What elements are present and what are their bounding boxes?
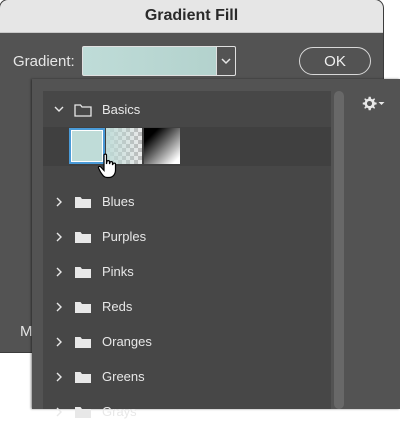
group-row-reds[interactable]: Reds [43,289,331,324]
obscured-option-label: M [20,323,33,340]
gradient-label: Gradient: [13,53,75,70]
chevron-right-icon[interactable] [51,264,67,280]
chevron-right-icon[interactable] [51,334,67,350]
chevron-right-icon[interactable] [51,299,67,315]
folder-icon [75,231,91,243]
hand-pointer-icon [97,153,117,179]
gradient-swatch-black-white[interactable] [144,128,180,164]
folder-icon [75,406,91,418]
dialog-title: Gradient Fill [144,7,239,24]
scrollbar-thumb[interactable] [334,91,344,409]
gradient-picker-panel: Basics Blues Purples Pinks Reds Oranges … [32,79,400,419]
gradient-preview-swatch[interactable] [82,46,217,76]
scrollbar[interactable] [332,91,346,409]
group-row-greens[interactable]: Greens [43,359,331,394]
chevron-right-icon[interactable] [51,229,67,245]
gradient-preset-list: Basics Blues Purples Pinks Reds Oranges … [43,91,331,419]
folder-icon [75,371,91,383]
group-label: Greens [102,369,145,384]
group-label: Oranges [102,334,152,349]
group-label: Blues [102,194,135,209]
chevron-down-icon [221,57,231,64]
folder-outline-icon [74,103,92,117]
group-row-purples[interactable]: Purples [43,219,331,254]
group-row-grays[interactable]: Grays [43,394,331,429]
gear-icon [362,96,377,110]
small-chevron-down-icon [378,101,385,105]
group-row-oranges[interactable]: Oranges [43,324,331,359]
group-row-blues[interactable]: Blues [43,184,331,219]
chevron-right-icon[interactable] [51,194,67,210]
gradient-dropdown-button[interactable] [217,46,236,76]
picker-settings-menu-button[interactable] [362,93,386,113]
basics-swatch-row [43,127,331,166]
chevron-right-icon[interactable] [51,369,67,385]
chevron-right-icon[interactable] [51,404,67,420]
group-label: Pinks [102,264,134,279]
group-label: Grays [102,404,137,419]
group-label-basics: Basics [102,102,141,117]
group-label: Purples [102,229,147,244]
dialog-titlebar: Gradient Fill [0,0,383,33]
folder-icon [75,196,91,208]
folder-icon [75,266,91,278]
group-label: Reds [102,299,133,314]
group-row-basics[interactable]: Basics [43,92,331,127]
folder-icon [75,336,91,348]
chevron-down-icon[interactable] [51,102,67,118]
group-row-pinks[interactable]: Pinks [43,254,331,289]
folder-icon [75,301,91,313]
ok-button[interactable]: OK [299,47,371,75]
